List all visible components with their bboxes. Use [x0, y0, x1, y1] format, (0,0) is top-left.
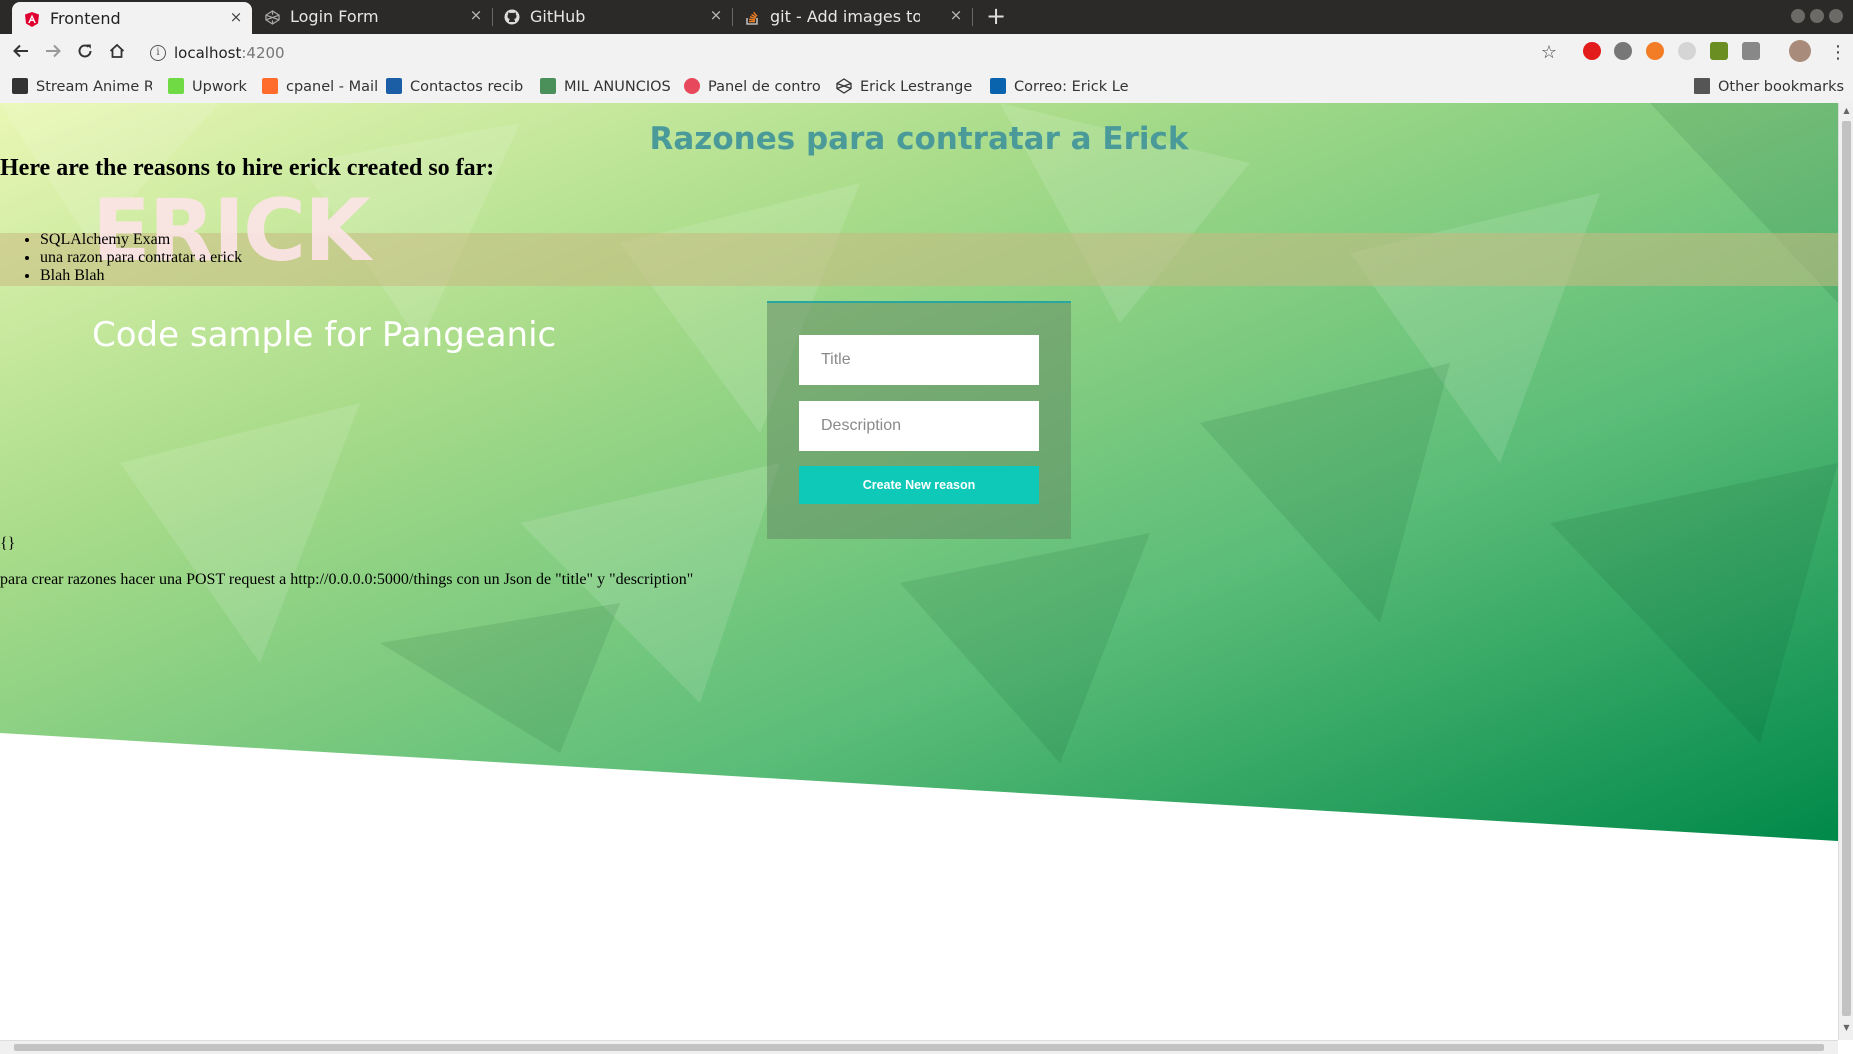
bookmark-label: MIL ANUNCIOS	[564, 79, 671, 95]
hero-background: ERICK Razones para contratar a Erick Her…	[0, 103, 1838, 849]
angular-icon	[24, 11, 40, 27]
bookmarks-bar: Stream Anime R Upwork cpanel - Mail Cont…	[0, 74, 1853, 104]
bookmark-label: Contactos recibi	[410, 79, 524, 95]
bookmark-panel-control[interactable]: Panel de control	[684, 78, 820, 100]
extension-icon[interactable]	[1614, 42, 1632, 60]
tab-frontend[interactable]: Frontend ×	[12, 2, 252, 34]
new-reason-form: Create New reason	[767, 301, 1071, 539]
github-icon	[504, 9, 520, 25]
list-item: SQLAlchemy Exam	[40, 231, 242, 249]
stream-anime-icon	[12, 78, 28, 94]
menu-kebab-icon[interactable]: ⋮	[1825, 40, 1851, 66]
tab-github[interactable]: GitHub ×	[492, 0, 732, 34]
cpanel-icon	[262, 78, 278, 94]
forward-arrow-icon[interactable]	[40, 40, 66, 66]
home-icon[interactable]	[104, 40, 130, 66]
tus-icon	[386, 78, 402, 94]
bookmark-label: Correo: Erick Les	[1014, 79, 1128, 95]
tab-stackoverflow[interactable]: git - Add images to READM ×	[732, 0, 972, 34]
json-output: {}	[0, 535, 16, 552]
create-reason-button[interactable]: Create New reason	[799, 466, 1039, 504]
close-icon[interactable]: ×	[226, 7, 246, 27]
tab-title: GitHub	[530, 7, 586, 26]
tab-title: Frontend	[50, 9, 121, 28]
bookmark-milanuncios[interactable]: MIL ANUNCIOS	[540, 78, 676, 100]
codepen-icon	[264, 9, 280, 25]
codepen-icon	[836, 78, 852, 94]
description-input[interactable]	[799, 401, 1039, 451]
bookmark-stream-anime[interactable]: Stream Anime R	[12, 78, 152, 100]
list-item: una razon para contratar a erick	[40, 249, 242, 267]
hero-subtitle: Code sample for Pangeanic	[92, 315, 557, 355]
bookmark-upwork[interactable]: Upwork	[168, 78, 258, 100]
bookmark-label: Stream Anime R	[36, 79, 152, 95]
close-icon[interactable]: ×	[466, 5, 486, 25]
camera-icon[interactable]	[1742, 42, 1760, 60]
tab-login-form[interactable]: Login Form ×	[252, 0, 492, 34]
stackoverflow-icon	[744, 9, 760, 25]
milanuncios-icon	[540, 78, 556, 94]
back-arrow-icon[interactable]	[8, 40, 34, 66]
url-host: localhost	[174, 44, 242, 62]
tab-separator	[972, 8, 973, 26]
other-bookmarks[interactable]: Other bookmarks	[1694, 78, 1846, 100]
list-item: Blah Blah	[40, 267, 242, 285]
page-title: Razones para contratar a Erick	[649, 121, 1189, 157]
horizontal-scrollbar[interactable]	[0, 1040, 1838, 1054]
bookmark-star-icon[interactable]: ☆	[1536, 40, 1562, 66]
bookmark-label: Erick Lestrange	[860, 79, 973, 95]
bookmark-correo[interactable]: Correo: Erick Les	[990, 78, 1128, 100]
bookmark-contactos[interactable]: Contactos recibi	[386, 78, 524, 100]
bookmark-cpanel[interactable]: cpanel - Mail	[262, 78, 382, 100]
avatar[interactable]	[1789, 40, 1811, 62]
close-window-button[interactable]	[1829, 9, 1843, 23]
vertical-scrollbar[interactable]: ▲ ▼	[1838, 103, 1853, 1040]
reasons-heading: Here are the reasons to hire erick creat…	[0, 155, 495, 181]
extension-icon[interactable]	[1710, 42, 1728, 60]
other-bookmarks-label: Other bookmarks	[1718, 79, 1845, 95]
reload-icon[interactable]	[72, 40, 98, 66]
scrollbar-thumb[interactable]	[14, 1044, 1824, 1051]
scrollbar-thumb[interactable]	[1842, 121, 1851, 1016]
upwork-icon	[168, 78, 184, 94]
maximize-window-button[interactable]	[1810, 9, 1824, 23]
extension-icon[interactable]	[1646, 42, 1664, 60]
reasons-list: SQLAlchemy Exam una razon para contratar…	[0, 231, 242, 285]
outlook-icon	[990, 78, 1006, 94]
address-bar[interactable]: i localhost:4200	[142, 40, 1542, 68]
site-info-icon[interactable]: i	[150, 45, 166, 61]
panel-control-icon	[684, 78, 700, 94]
bookmark-erick-lestrange[interactable]: Erick Lestrange	[836, 78, 974, 100]
title-input[interactable]	[799, 335, 1039, 385]
api-help-text: para crear razones hacer una POST reques…	[0, 571, 694, 588]
page-viewport: ERICK Razones para contratar a Erick Her…	[0, 103, 1838, 1040]
scroll-down-icon[interactable]: ▼	[1842, 1023, 1851, 1033]
tab-title: git - Add images to READM	[770, 7, 920, 26]
tab-strip: Frontend × Login Form × GitHub × git - A…	[0, 0, 1853, 34]
close-icon[interactable]: ×	[946, 5, 966, 25]
minimize-window-button[interactable]	[1791, 9, 1805, 23]
share-extension-icon[interactable]	[1678, 42, 1696, 60]
url-text: localhost:4200	[174, 44, 285, 62]
opera-extension-icon[interactable]	[1583, 42, 1601, 60]
bookmark-label: Panel de control	[708, 79, 820, 95]
new-tab-button[interactable]: +	[982, 2, 1010, 30]
close-icon[interactable]: ×	[706, 5, 726, 25]
browser-toolbar: i localhost:4200 ☆ ⋮ Stream Anime R Upwo…	[0, 34, 1853, 107]
bookmark-label: cpanel - Mail	[286, 79, 379, 95]
scroll-up-icon[interactable]: ▲	[1842, 106, 1851, 116]
tab-title: Login Form	[290, 7, 379, 26]
url-port: :4200	[241, 44, 285, 62]
folder-icon	[1694, 78, 1710, 94]
bookmark-label: Upwork	[192, 79, 247, 95]
